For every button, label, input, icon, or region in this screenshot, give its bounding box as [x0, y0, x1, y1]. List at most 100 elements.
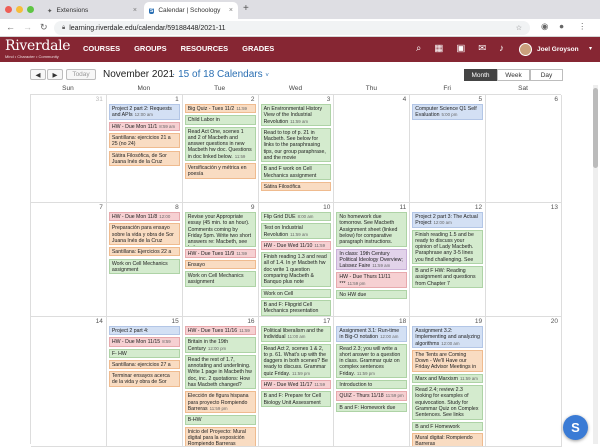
calendar-event[interactable]: HW - Due Mon 11/1 8:59 am: [108, 121, 180, 131]
calendar-event[interactable]: Flip Grid DUE 8:00 am: [260, 212, 332, 222]
url-field[interactable]: 🔒︎ learning.riverdale.edu/calendar/59188…: [54, 21, 530, 35]
calendar-event[interactable]: Project 2 part 4: Reflection12:00 am: [108, 326, 180, 336]
calendar-event[interactable]: Introduction to Socialism11:59 pm: [336, 380, 408, 390]
day-cell[interactable]: 4: [334, 95, 411, 203]
calendar-event[interactable]: Sátira Filosófica: [260, 182, 332, 192]
calendar-event[interactable]: HW - Due Wed 11/1011:59 pm: [260, 240, 332, 251]
calendar-event[interactable]: B and F HW: Reading assignment and quest…: [412, 266, 484, 288]
calendar-event[interactable]: Project 2 part 3: The Actual Project 12:0…: [412, 212, 484, 228]
day-cell[interactable]: 1 Project 2 part 2: Requests and APIs 12:0…: [106, 95, 183, 203]
maximize-window-button[interactable]: [27, 6, 34, 13]
calendar-event[interactable]: No homework due tomorrow. See Macbeth As…: [336, 212, 408, 247]
calendar-event[interactable]: Project 2 part 2: Requests and APIs 12:00…: [108, 104, 180, 120]
nav-groups[interactable]: GROUPS: [134, 44, 167, 53]
notifications-bell-icon[interactable]: ♪: [499, 43, 504, 54]
calendar-event[interactable]: Work on Cell Mechanics11:59 pm: [260, 288, 332, 298]
day-cell[interactable]: 2Big Quiz - Tues 11/211:59 amChild Labor…: [182, 95, 259, 203]
calendar-event[interactable]: Read 2.3; you will write a short answer …: [336, 343, 408, 379]
calendar-event[interactable]: Big Quiz - Tues 11/211:59 am: [184, 104, 256, 114]
day-cell[interactable]: 11 No homework due tomorrow. See Macbeth …: [334, 203, 411, 317]
day-cell[interactable]: 13: [486, 203, 562, 317]
reload-icon[interactable]: ↻: [40, 22, 48, 33]
day-cell[interactable]: 16HW - Due Tues 11/1611:59 amBritain in …: [182, 317, 259, 447]
day-cell[interactable]: 12 Project 2 part 3: The Actual Project 12…: [410, 203, 487, 317]
calendar-event[interactable]: Ensayo: [184, 259, 256, 270]
today-button[interactable]: Today: [66, 69, 96, 80]
calendar-event[interactable]: Work on Cell Mechanics assignment: [184, 271, 256, 287]
calendar-event[interactable]: An Environmental History View of the Ind…: [260, 104, 332, 126]
calendar-event[interactable]: Mural digital: Rompiendo Barreras: [412, 432, 484, 446]
calendar-event[interactable]: Marx and Marxism 11:59 am: [412, 373, 484, 384]
calendar-event[interactable]: Revise your Appropriate essay (45 min. t…: [184, 212, 256, 247]
calendar-event[interactable]: Santillana: ejercicios 27 a 30: [108, 359, 180, 370]
calendar-event[interactable]: HW - Due Mon 11/812:00 am: [108, 212, 180, 222]
calendar-event[interactable]: Elección de figura hispana para proyecto…: [184, 391, 256, 414]
calendar-event[interactable]: Sátira Filosófica, de Sor Juana Inés de …: [108, 150, 180, 167]
calendar-event[interactable]: Read Act One, scenes 1 and 2 of Macbeth …: [184, 126, 256, 162]
calendar-event[interactable]: B and F Homework: [412, 421, 484, 431]
calendar-event[interactable]: Finish reading 1.3 and read all of 1.4. …: [260, 252, 332, 287]
week-view-button[interactable]: Week: [497, 69, 530, 81]
day-cell[interactable]: 6: [486, 95, 562, 203]
day-cell[interactable]: 9 Revise your Appropriate essay (45 min. …: [182, 203, 259, 317]
calendar-event[interactable]: Child Labor in England11:59 am: [184, 115, 256, 125]
apps-grid-icon[interactable]: ▦: [434, 43, 443, 54]
day-cell[interactable]: 31: [31, 95, 107, 203]
nav-courses[interactable]: COURSES: [83, 44, 120, 53]
calendar-event[interactable]: Test on Industrial Revolution 11:59 am: [260, 223, 332, 239]
calendar-event[interactable]: Terminar ensayos acerca de la vida y obr…: [108, 371, 180, 387]
scrollbar-thumb[interactable]: [593, 88, 598, 168]
messages-icon[interactable]: ✉: [478, 43, 486, 54]
calendar-event[interactable]: HW - Due Tues 11/1611:59 am: [184, 326, 256, 336]
calendar-event[interactable]: B and F: Flipgrid Cell Mechanics present…: [260, 300, 332, 316]
calendar-event[interactable]: Computer Science Q1 Self Evaluation 5:00 …: [412, 104, 484, 120]
nav-resources[interactable]: RESOURCES: [181, 44, 229, 53]
forward-arrow-icon[interactable]: →: [23, 22, 32, 33]
profile-icon[interactable]: ●: [559, 21, 564, 31]
browser-tab-calendar[interactable]: S Calendar | Schoology ×: [144, 2, 238, 19]
help-button[interactable]: S: [563, 415, 588, 440]
calendar-event[interactable]: HW - Due Tues 11/9 11:59 pm: [184, 248, 256, 258]
day-view-button[interactable]: Day: [530, 69, 563, 81]
new-tab-button[interactable]: +: [243, 3, 249, 14]
extension-icon[interactable]: ◉: [541, 21, 548, 32]
star-icon[interactable]: ☆: [516, 24, 522, 32]
day-cell[interactable]: 15Project 2 part 4: Reflection12:00 amHW…: [106, 317, 183, 447]
close-window-button[interactable]: [5, 6, 12, 13]
browser-tab-extensions[interactable]: ✦ Extensions ×: [42, 2, 142, 19]
calendar-event[interactable]: Assignment 3.1: Run-time in Big-O notati…: [336, 326, 408, 342]
calendars-filter[interactable]: · 15 of 18 Calendars ˅: [172, 69, 269, 80]
prev-month-button[interactable]: ◀: [30, 69, 46, 80]
nav-grades[interactable]: GRADES: [242, 44, 274, 53]
calendar-event[interactable]: Read the rest of 1.7, annotating and und…: [184, 354, 256, 390]
calendar-event[interactable]: Finish reading 1.5 and be ready to discu…: [412, 229, 484, 265]
calendar-event[interactable]: Versificación y métrica en poesía: [184, 163, 256, 179]
day-cell[interactable]: 14: [31, 317, 107, 447]
calendar-event[interactable]: F- HW: [108, 348, 180, 358]
calendar-icon[interactable]: ▣: [456, 43, 465, 54]
calendar-event[interactable]: Britain in the 19th Century 12:00 pm: [184, 337, 256, 353]
user-name[interactable]: Joel Groyson: [537, 46, 579, 53]
calendar-event[interactable]: HW - Due Thurs 11/11 *** 11:59 pm: [336, 272, 408, 288]
month-view-button[interactable]: Month: [464, 69, 497, 81]
calendar-event[interactable]: B and F: Prepare for Cell Biology Unit A…: [260, 391, 332, 407]
day-cell[interactable]: 18 Assignment 3.1: Run-time in Big-O nota…: [334, 317, 411, 447]
day-cell[interactable]: 20: [486, 317, 562, 447]
calendar-event[interactable]: Santillana: ejercicios 21 a 25 (no 24): [108, 132, 180, 149]
day-cell[interactable]: 5 Computer Science Q1 Self Evaluation 5:00…: [410, 95, 487, 203]
day-cell[interactable]: 3 An Environmental History View of the In…: [258, 95, 335, 203]
search-icon[interactable]: ⌕: [416, 43, 421, 54]
calendar-event[interactable]: In class: 19th Century Political Ideolog…: [336, 248, 408, 271]
day-cell[interactable]: 19 Assignment 3.2: Implementing and analy…: [410, 317, 487, 447]
site-logo[interactable]: Riverdale Mind • Character • Community: [5, 39, 71, 60]
back-arrow-icon[interactable]: ←: [6, 22, 15, 33]
close-tab-icon[interactable]: ×: [133, 7, 137, 14]
calendar-event[interactable]: B-HW: [184, 415, 256, 425]
day-cell[interactable]: 10 Flip Grid DUE 8:00 am Test on Industrial…: [258, 203, 335, 317]
more-menu-icon[interactable]: ⋮: [578, 21, 587, 32]
calendar-event[interactable]: The Tents are Coming Down - We'll Have o…: [412, 349, 484, 372]
calendar-event[interactable]: B and F work on Cell Mechanics assignmen…: [260, 164, 332, 180]
day-cell[interactable]: 8HW - Due Mon 11/812:00 am Preparación pa…: [106, 203, 183, 317]
calendar-event[interactable]: No HW due: [336, 290, 408, 300]
calendar-event[interactable]: Assignment 3.2: Implementing and analyzi…: [412, 326, 484, 348]
